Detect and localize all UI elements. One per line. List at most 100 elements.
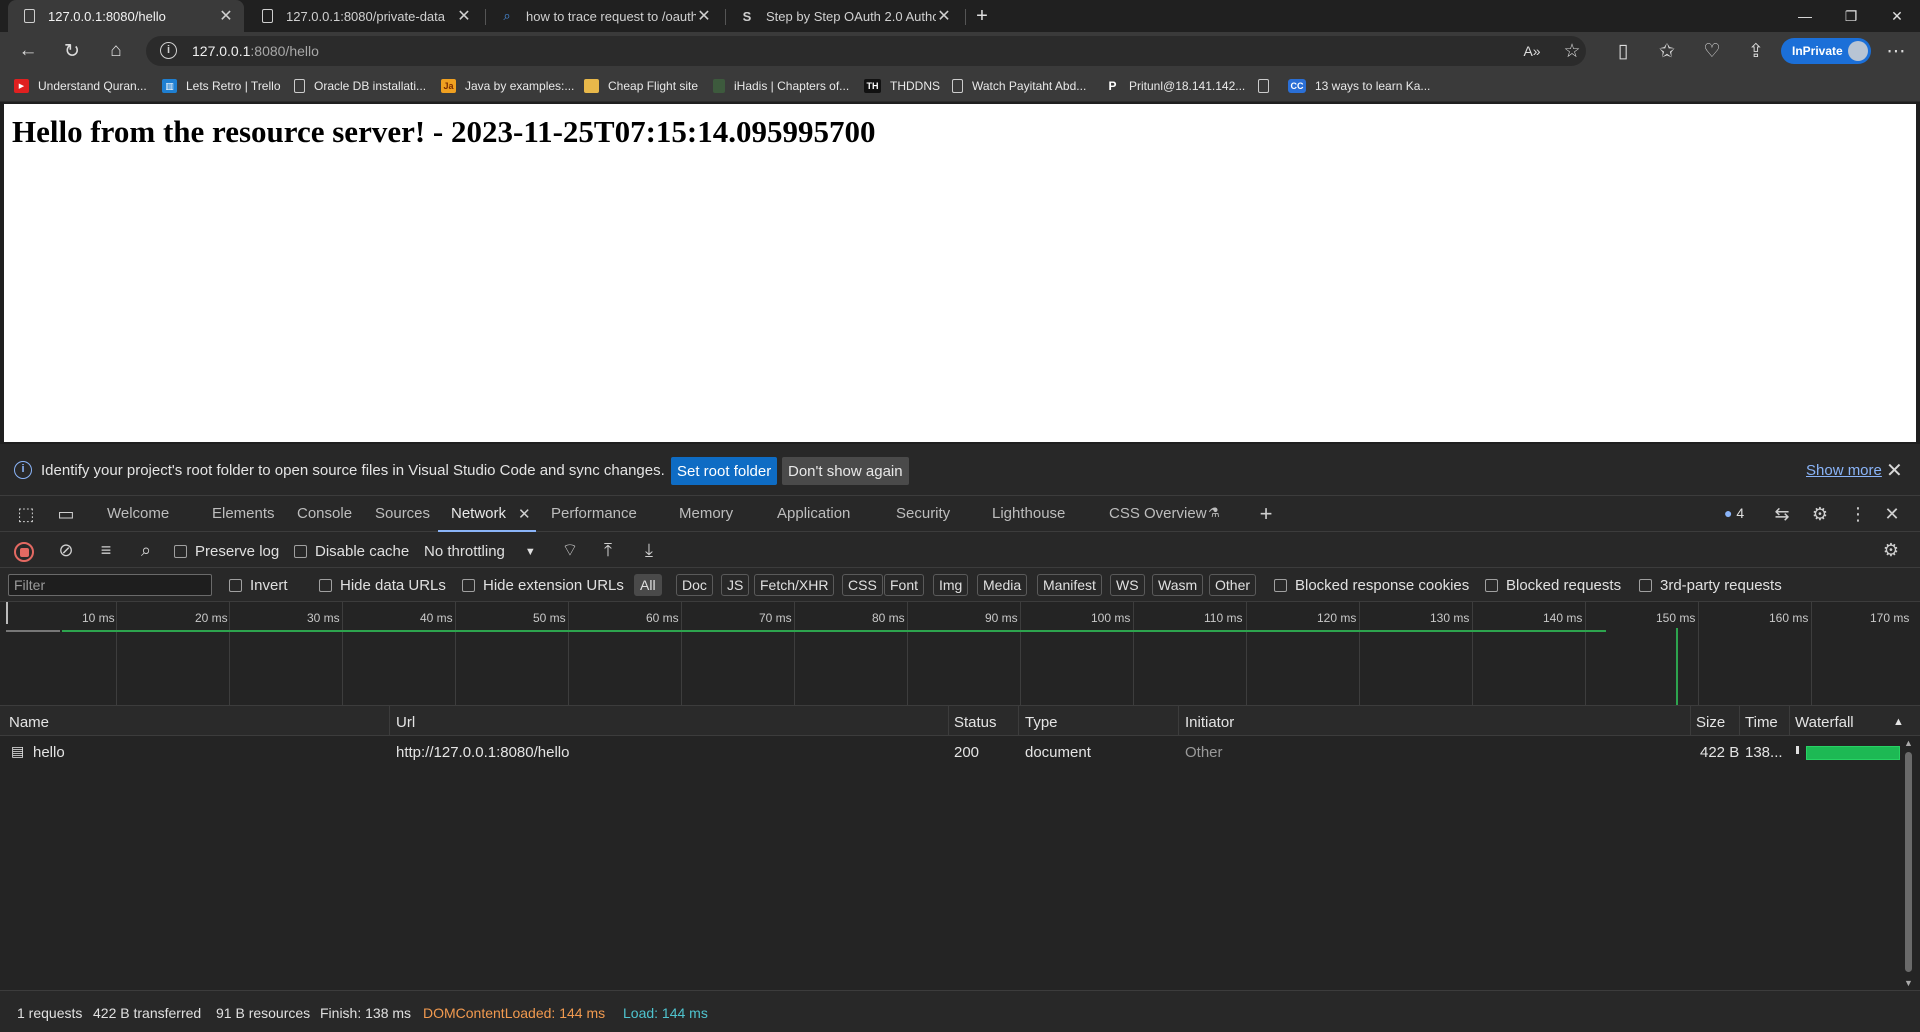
bookmark-item[interactable] [1258,77,1278,95]
close-tab-icon[interactable]: ✕ [218,6,234,26]
tab-performance[interactable]: Performance [551,505,637,522]
column-name[interactable]: Name [9,714,49,731]
address-bar[interactable]: i 127.0.0.1:8080/hello [146,36,1586,66]
filter-doc[interactable]: Doc [676,574,713,596]
filter-input[interactable] [8,574,212,596]
blocked-response-cookies-checkbox[interactable]: Blocked response cookies [1274,577,1469,594]
filter-media[interactable]: Media [977,574,1028,596]
address-url[interactable]: 127.0.0.1:8080/hello [192,43,319,59]
scroll-up-icon[interactable]: ▲ [1904,738,1913,748]
filter-css[interactable]: CSS [842,574,883,596]
tab-console[interactable]: Console [297,505,352,522]
column-waterfall[interactable]: Waterfall [1795,714,1854,731]
more-tools-plus-icon[interactable]: + [1254,501,1278,526]
third-party-requests-checkbox[interactable]: 3rd-party requests [1639,577,1782,594]
browser-essentials-icon[interactable]: ♡ [1697,37,1727,65]
column-time[interactable]: Time [1745,714,1778,731]
filter-fetch-xhr[interactable]: Fetch/XHR [754,574,835,596]
bookmark-item[interactable]: Oracle DB installati... [294,77,426,95]
bookmark-item[interactable]: ▥ Lets Retro | Trello [162,77,281,95]
connect-device-icon[interactable]: ⇆ [1770,502,1794,526]
column-type[interactable]: Type [1025,714,1058,731]
hide-extension-urls-checkbox[interactable]: Hide extension URLs [462,577,624,594]
refresh-icon[interactable]: ↻ [57,37,87,65]
bookmark-item[interactable]: iHadis | Chapters of... [713,77,849,95]
close-infobar-icon[interactable]: ✕ [1886,458,1903,483]
stop-recording-button[interactable] [14,542,34,562]
favorites-icon[interactable]: ✩ [1652,37,1682,65]
read-aloud-icon[interactable]: A» [1517,37,1547,65]
import-har-icon[interactable]: ⤒ [596,538,620,562]
preserve-log-checkbox[interactable]: Preserve log [174,543,279,560]
tab-network[interactable]: Network [451,505,506,522]
column-url[interactable]: Url [396,714,415,731]
scrollbar-thumb[interactable] [1905,752,1912,972]
share-icon[interactable]: ⇪ [1741,37,1771,65]
customize-menu-icon[interactable]: ⋮ [1846,502,1870,526]
column-status[interactable]: Status [954,714,997,731]
search-icon[interactable]: ⌕ [134,538,158,562]
dont-show-again-button[interactable]: Don't show again [782,457,909,485]
scroll-down-icon[interactable]: ▼ [1904,978,1913,988]
show-more-link[interactable]: Show more [1806,462,1882,479]
tab-memory[interactable]: Memory [679,505,733,522]
more-options-icon[interactable]: ⋯ [1881,37,1911,65]
site-info-icon[interactable]: i [160,42,177,59]
tab-application[interactable]: Application [777,505,850,522]
restore-button[interactable]: ❐ [1828,0,1874,32]
waterfall-bar[interactable] [1806,746,1900,760]
column-size[interactable]: Size [1696,714,1725,731]
overview-start-handle[interactable] [6,602,8,624]
issues-counter[interactable]: ● 4 [1724,505,1744,521]
devtools-settings-icon[interactable]: ⚙ [1808,502,1832,526]
tab-private-data[interactable]: 127.0.0.1:8080/private-data ✕ [246,0,482,32]
close-window-button[interactable]: ✕ [1874,0,1920,32]
filter-font[interactable]: Font [884,574,925,596]
close-network-tab-icon[interactable]: ✕ [518,505,531,523]
export-har-icon[interactable]: ⤓ [637,538,661,562]
throttling-select[interactable]: No throttling ▼ [424,543,536,560]
filter-manifest[interactable]: Manifest [1037,574,1102,596]
tab-welcome[interactable]: Welcome [107,505,169,522]
tab-sources[interactable]: Sources [375,505,430,522]
bookmark-item[interactable]: Ja Java by examples:... [441,77,574,95]
request-name[interactable]: hello [33,744,65,761]
close-tab-icon[interactable]: ✕ [456,6,472,26]
new-tab-button[interactable]: + [966,0,998,32]
close-devtools-icon[interactable]: ✕ [1880,502,1904,526]
timeline-overview[interactable]: 10 ms 20 ms 30 ms 40 ms 50 ms 60 ms 70 m… [0,602,1920,706]
network-conditions-icon[interactable]: ⌔ [558,538,582,562]
inspect-element-icon[interactable]: ⬚ [14,502,38,526]
column-initiator[interactable]: Initiator [1185,714,1234,731]
hide-data-urls-checkbox[interactable]: Hide data URLs [319,577,446,594]
network-settings-icon[interactable]: ⚙ [1879,538,1903,562]
minimize-button[interactable]: — [1782,0,1828,32]
filter-toggle-icon[interactable]: ≡ [94,538,118,562]
tab-oauth-article[interactable]: S Step by Step OAuth 2.0 Authoriza ✕ [726,0,962,32]
tab-search[interactable]: ⌕ how to trace request to /oauth2/ ✕ [486,0,722,32]
favorite-star-icon[interactable]: ☆ [1557,37,1587,65]
filter-ws[interactable]: WS [1110,574,1145,596]
blocked-requests-checkbox[interactable]: Blocked requests [1485,577,1621,594]
filter-js[interactable]: JS [721,574,750,596]
set-root-folder-button[interactable]: Set root folder [671,457,778,485]
device-emulation-icon[interactable]: ▭ [54,502,78,526]
bookmark-item[interactable]: TH THDDNS [864,77,940,95]
bookmark-item[interactable]: Watch Payitaht Abd... [952,77,1086,95]
bookmark-item[interactable]: P Pritunl@18.141.142... [1105,77,1245,95]
filter-wasm[interactable]: Wasm [1152,574,1204,596]
tab-security[interactable]: Security [896,505,950,522]
tab-hello[interactable]: 127.0.0.1:8080/hello ✕ [8,0,244,32]
bookmark-item[interactable]: Cheap Flight site [584,77,698,95]
tab-elements[interactable]: Elements [212,505,275,522]
disable-cache-checkbox[interactable]: Disable cache [294,543,409,560]
split-screen-icon[interactable]: ▯ [1608,37,1638,65]
clear-icon[interactable]: ⊘ [54,538,78,562]
bookmark-item[interactable]: CC 13 ways to learn Ka... [1288,77,1430,95]
tab-css-overview[interactable]: CSS Overview [1109,505,1207,522]
bookmark-item[interactable]: ▶ Understand Quran... [14,77,147,95]
invert-checkbox[interactable]: Invert [229,577,288,594]
close-tab-icon[interactable]: ✕ [696,6,712,26]
filter-all[interactable]: All [634,574,662,596]
close-tab-icon[interactable]: ✕ [936,6,952,26]
